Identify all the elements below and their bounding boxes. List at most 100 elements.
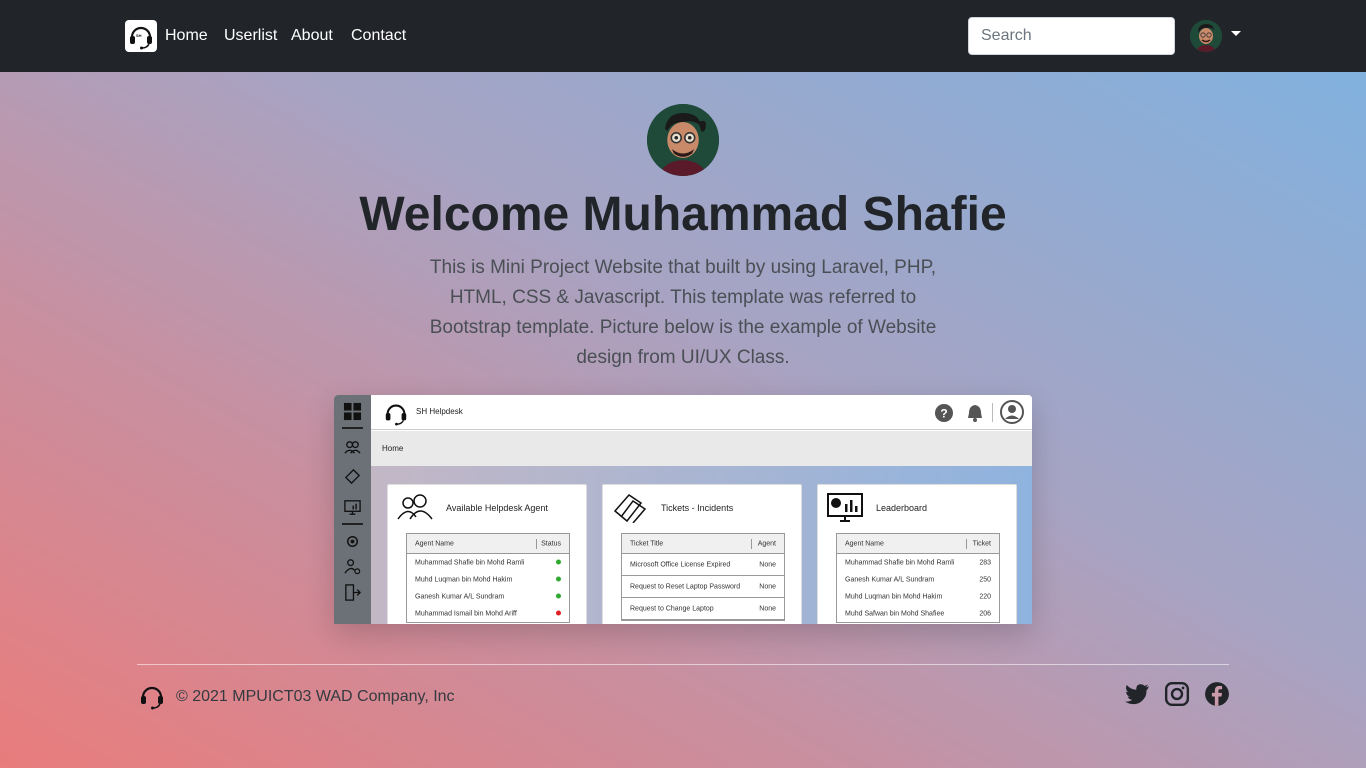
column-header: Agent Name xyxy=(415,540,454,547)
table-row: Ganesh Kumar A/L Sundram 250 xyxy=(837,571,999,588)
user-avatar[interactable] xyxy=(1190,20,1222,52)
twitter-icon xyxy=(1125,684,1149,705)
helpdesk-headset-icon xyxy=(385,404,407,426)
table-header: Ticket Title Agent xyxy=(622,534,784,554)
monitor-chart-icon xyxy=(827,493,863,522)
status-online-dot xyxy=(556,559,561,564)
hero-description: This is Mini Project Website that built … xyxy=(429,257,937,368)
twitter-link[interactable] xyxy=(1124,681,1150,707)
agent-name: Ganesh Kumar A/L Sundram xyxy=(415,593,505,600)
leaderboard-card: Leaderboard Agent Name Ticket Muhammad S… xyxy=(817,484,1017,624)
brand-logo[interactable]: SH xyxy=(125,20,157,52)
avatar-image xyxy=(1190,20,1222,52)
instagram-link[interactable] xyxy=(1164,681,1190,707)
nav-about[interactable]: About xyxy=(291,26,333,46)
column-header: Agent xyxy=(757,540,776,547)
topbar-divider xyxy=(992,403,993,422)
table-row: Ganesh Kumar A/L Sundram xyxy=(407,588,569,605)
column-header: Agent Name xyxy=(845,540,884,547)
table-row: Muhd Luqman bin Mohd Hakim xyxy=(407,571,569,588)
copyright-text: © 2021 MPUICT03 WAD Company, Inc xyxy=(176,688,455,705)
agent-name: Muhd Luqman bin Mohd Hakim xyxy=(415,576,513,583)
footer-divider xyxy=(137,664,1229,665)
sidebar-divider xyxy=(342,523,363,525)
preview-sidebar xyxy=(334,395,371,624)
bell-icon xyxy=(968,405,982,422)
ticket-count: 250 xyxy=(979,576,991,583)
agent-name: Ganesh Kumar A/L Sundram xyxy=(845,576,935,583)
ticket-count: 283 xyxy=(979,559,991,566)
preview-topbar: SH Helpdesk ? xyxy=(371,395,1032,430)
nav-contact[interactable]: Contact xyxy=(351,26,406,46)
dashboard-icon xyxy=(343,402,362,421)
nav-userlist[interactable]: Userlist xyxy=(224,26,277,46)
help-icon: ? xyxy=(935,404,953,422)
status-online-dot xyxy=(556,576,561,581)
table-row: Muhd Luqman bin Mohd Hakim 220 xyxy=(837,588,999,605)
table-header: Agent Name Ticket xyxy=(837,534,999,554)
ticket-icon xyxy=(344,468,361,485)
table-row: Muhammad Shafie bin Mohd Ramli xyxy=(407,554,569,571)
breadcrumb: Home xyxy=(382,444,404,453)
preview-breadcrumb-bar: Home xyxy=(371,431,1032,466)
tickets-table: Ticket Title Agent Microsoft Office Lice… xyxy=(621,533,785,621)
helpdesk-headset-icon xyxy=(141,686,163,710)
monitor-chart-icon xyxy=(344,500,361,515)
column-header: Ticket Title xyxy=(630,540,664,547)
ticket-agent: None xyxy=(759,605,776,612)
table-row: Muhd Safwan bin Mohd Shafiee 206 xyxy=(837,605,999,622)
instagram-icon xyxy=(1164,681,1190,707)
preview-brand: SH Helpdesk xyxy=(416,407,463,416)
table-row: Muhammad Shafie bin Mohd Ramli 283 xyxy=(837,554,999,571)
gear-icon xyxy=(346,535,359,548)
design-preview: SH Helpdesk ? Home Available Helpdesk Ag… xyxy=(334,395,1032,624)
search-input[interactable] xyxy=(968,17,1175,55)
ticket-agent: None xyxy=(759,561,776,568)
logout-icon xyxy=(345,584,362,601)
ticket-count: 206 xyxy=(979,610,991,617)
ticket-title: Request to Reset Laptop Password xyxy=(630,583,741,590)
footer-logo[interactable] xyxy=(137,682,167,710)
agent-card: Available Helpdesk Agent Agent Name Stat… xyxy=(387,484,587,624)
tickets-card: Tickets - Incidents Ticket Title Agent M… xyxy=(602,484,802,624)
agent-name: Muhammad Shafie bin Mohd Ramli xyxy=(415,559,525,566)
table-row: Microsoft Office License Expired None xyxy=(622,554,784,576)
users-icon xyxy=(344,441,361,454)
agent-name: Muhammad Shafie bin Mohd Ramli xyxy=(845,559,955,566)
table-header: Agent Name Status xyxy=(407,534,569,554)
helpdesk-headset-icon: SH xyxy=(130,26,152,50)
facebook-link[interactable] xyxy=(1204,681,1230,707)
sidebar-divider xyxy=(342,427,363,429)
ticket-title: Request to Change Laptop xyxy=(630,605,714,612)
ticket-title: Microsoft Office License Expired xyxy=(630,561,731,568)
svg-text:SH: SH xyxy=(136,33,142,38)
facebook-icon xyxy=(1205,682,1229,706)
svg-text:?: ? xyxy=(940,407,947,421)
card-title: Available Helpdesk Agent xyxy=(446,503,548,513)
navbar: SH Home Userlist About Contact xyxy=(0,0,1366,72)
users-icon xyxy=(397,494,433,520)
ticket-icon xyxy=(613,494,647,523)
agent-name: Muhd Luqman bin Mohd Hakim xyxy=(845,593,943,600)
nav-home[interactable]: Home xyxy=(165,26,208,46)
ticket-agent: None xyxy=(759,583,776,590)
ticket-count: 220 xyxy=(979,593,991,600)
card-title: Leaderboard xyxy=(876,503,928,513)
table-row: Muhammad Ismail bin Mohd Ariff xyxy=(407,605,569,622)
preview-content: Available Helpdesk Agent Agent Name Stat… xyxy=(371,466,1032,624)
card-title: Tickets - Incidents xyxy=(661,503,734,513)
agent-table: Agent Name Status Muhammad Shafie bin Mo… xyxy=(406,533,570,623)
page-title: Welcome Muhammad Shafie xyxy=(359,188,1007,241)
status-online-dot xyxy=(556,593,561,598)
agent-name: Muhd Safwan bin Mohd Shafiee xyxy=(845,610,945,617)
table-row: Request to Change Laptop None xyxy=(622,598,784,620)
leaderboard-table: Agent Name Ticket Muhammad Shafie bin Mo… xyxy=(836,533,1000,623)
column-header: Status xyxy=(541,540,561,547)
table-row: Request to Reset Laptop Password None xyxy=(622,576,784,598)
hero-avatar xyxy=(647,104,719,176)
chevron-down-icon[interactable] xyxy=(1231,31,1241,36)
avatar-image xyxy=(647,104,719,176)
user-settings-icon xyxy=(344,559,361,575)
column-header: Ticket xyxy=(972,540,991,547)
status-offline-dot xyxy=(556,610,561,615)
